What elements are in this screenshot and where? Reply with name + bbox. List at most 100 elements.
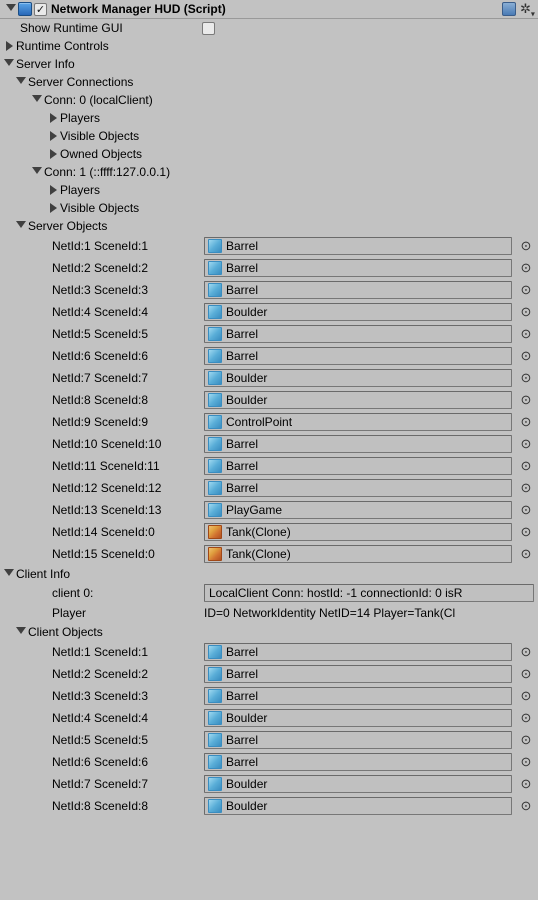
foldout-conn0-players[interactable]: Players — [0, 109, 538, 127]
object-picker-icon[interactable] — [518, 524, 534, 540]
component-enable-checkbox[interactable] — [34, 3, 47, 16]
serverInfo-object-field[interactable]: Barrel — [204, 347, 512, 365]
object-picker-icon[interactable] — [518, 666, 534, 682]
serverInfo-object-field[interactable]: Boulder — [204, 303, 512, 321]
object-picker-icon[interactable] — [518, 688, 534, 704]
serverInfo-object-field[interactable]: Barrel — [204, 325, 512, 343]
object-picker-icon[interactable] — [518, 732, 534, 748]
serverInfo-object-field[interactable]: PlayGame — [204, 501, 512, 519]
object-picker-icon[interactable] — [518, 282, 534, 298]
clientInfo-object-field[interactable]: Barrel — [204, 643, 512, 661]
object-picker-icon[interactable] — [518, 326, 534, 342]
help-icon[interactable] — [502, 2, 516, 16]
serverInfo-object-field[interactable]: Barrel — [204, 457, 512, 475]
object-picker-icon[interactable] — [518, 238, 534, 254]
foldout-conn-1[interactable]: Conn: 1 (::ffff:127.0.0.1) — [0, 163, 538, 181]
serverInfo-object-name: ControlPoint — [226, 415, 292, 429]
chevron-down-icon — [4, 569, 14, 579]
object-picker-icon[interactable] — [518, 348, 534, 364]
object-picker-icon[interactable] — [518, 436, 534, 452]
cube-icon — [208, 415, 222, 429]
object-picker-icon[interactable] — [518, 644, 534, 660]
property-row-show-runtime-gui: Show Runtime GUI — [0, 19, 538, 37]
cube-icon — [208, 261, 222, 275]
gear-icon[interactable]: ✲▾ — [520, 2, 534, 16]
clientInfo-object-field[interactable]: Barrel — [204, 687, 512, 705]
serverInfo-object-name: Tank(Clone) — [226, 547, 291, 561]
label-conn0-players: Players — [60, 111, 100, 125]
object-picker-icon[interactable] — [518, 260, 534, 276]
serverInfo-object-name: Boulder — [226, 393, 267, 407]
chevron-down-icon — [4, 59, 14, 69]
label-client-info: Client Info — [16, 567, 70, 581]
serverInfo-object-field[interactable]: ControlPoint — [204, 413, 512, 431]
object-picker-icon[interactable] — [518, 546, 534, 562]
object-picker-icon[interactable] — [518, 710, 534, 726]
clientInfo-object-field[interactable]: Boulder — [204, 797, 512, 815]
foldout-server-connections[interactable]: Server Connections — [0, 73, 538, 91]
serverInfo-row: NetId:4 SceneId:4Boulder — [0, 301, 538, 323]
serverInfo-object-name: Tank(Clone) — [226, 525, 291, 539]
object-picker-icon[interactable] — [518, 304, 534, 320]
checkbox-show-runtime-gui[interactable] — [202, 22, 215, 35]
component-foldout[interactable] — [4, 4, 14, 14]
clientInfo-row: NetId:7 SceneId:7Boulder — [0, 773, 538, 795]
object-picker-icon[interactable] — [518, 392, 534, 408]
clientInfo-object-name: Barrel — [226, 667, 258, 681]
object-picker-icon[interactable] — [518, 502, 534, 518]
serverInfo-object-field[interactable]: Tank(Clone) — [204, 523, 512, 541]
chevron-down-icon — [16, 627, 26, 637]
serverInfo-object-name: Boulder — [226, 371, 267, 385]
row-client-0: client 0: LocalClient Conn: hostId: -1 c… — [0, 583, 538, 603]
foldout-client-info[interactable]: Client Info — [0, 565, 538, 583]
clientInfo-label: NetId:6 SceneId:6 — [0, 755, 204, 769]
object-picker-icon[interactable] — [518, 798, 534, 814]
clientInfo-object-field[interactable]: Barrel — [204, 753, 512, 771]
foldout-server-info[interactable]: Server Info — [0, 55, 538, 73]
label-show-runtime-gui: Show Runtime GUI — [20, 21, 123, 35]
serverInfo-object-field[interactable]: Boulder — [204, 391, 512, 409]
field-client-0[interactable]: LocalClient Conn: hostId: -1 connectionI… — [204, 584, 534, 602]
foldout-conn0-owned[interactable]: Owned Objects — [0, 145, 538, 163]
serverInfo-row: NetId:5 SceneId:5Barrel — [0, 323, 538, 345]
foldout-conn1-players[interactable]: Players — [0, 181, 538, 199]
foldout-conn0-visible[interactable]: Visible Objects — [0, 127, 538, 145]
clientInfo-object-field[interactable]: Boulder — [204, 775, 512, 793]
object-picker-icon[interactable] — [518, 370, 534, 386]
component-title: Network Manager HUD (Script) — [51, 2, 226, 16]
serverInfo-object-field[interactable]: Barrel — [204, 479, 512, 497]
serverInfo-object-field[interactable]: Barrel — [204, 435, 512, 453]
cube-icon — [208, 481, 222, 495]
serverInfo-row: NetId:14 SceneId:0Tank(Clone) — [0, 521, 538, 543]
object-picker-icon[interactable] — [518, 458, 534, 474]
foldout-client-objects[interactable]: Client Objects — [0, 623, 538, 641]
cube-icon — [208, 349, 222, 363]
serverInfo-object-field[interactable]: Barrel — [204, 237, 512, 255]
object-picker-icon[interactable] — [518, 754, 534, 770]
clientInfo-label: NetId:3 SceneId:3 — [0, 689, 204, 703]
foldout-conn-0[interactable]: Conn: 0 (localClient) — [0, 91, 538, 109]
clientInfo-object-field[interactable]: Barrel — [204, 665, 512, 683]
serverInfo-label: NetId:5 SceneId:5 — [0, 327, 204, 341]
object-picker-icon[interactable] — [518, 480, 534, 496]
label-client-0: client 0: — [0, 586, 204, 600]
clientInfo-object-field[interactable]: Barrel — [204, 731, 512, 749]
serverInfo-object-name: Barrel — [226, 283, 258, 297]
serverInfo-row: NetId:9 SceneId:9ControlPoint — [0, 411, 538, 433]
script-component-icon — [18, 2, 32, 16]
chevron-right-icon — [48, 113, 58, 123]
foldout-conn1-visible[interactable]: Visible Objects — [0, 199, 538, 217]
serverInfo-object-field[interactable]: Barrel — [204, 281, 512, 299]
foldout-server-objects[interactable]: Server Objects — [0, 217, 538, 235]
serverInfo-object-field[interactable]: Boulder — [204, 369, 512, 387]
foldout-runtime-controls[interactable]: Runtime Controls — [0, 37, 538, 55]
clientInfo-row: NetId:3 SceneId:3Barrel — [0, 685, 538, 707]
serverInfo-object-field[interactable]: Barrel — [204, 259, 512, 277]
object-picker-icon[interactable] — [518, 776, 534, 792]
chevron-right-icon — [48, 203, 58, 213]
object-picker-icon[interactable] — [518, 414, 534, 430]
clientInfo-object-field[interactable]: Boulder — [204, 709, 512, 727]
cube-icon — [208, 437, 222, 451]
label-conn0-visible: Visible Objects — [60, 129, 139, 143]
serverInfo-object-field[interactable]: Tank(Clone) — [204, 545, 512, 563]
